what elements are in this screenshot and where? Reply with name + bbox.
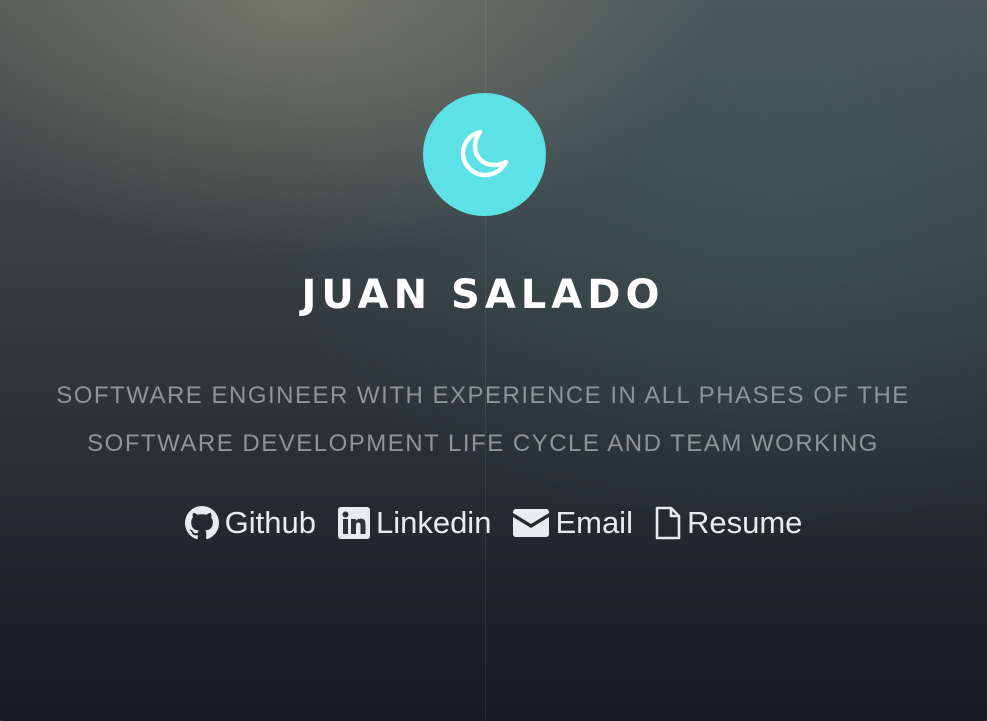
resume-link[interactable]: Resume [655,505,802,541]
tagline-line-2: SOFTWARE DEVELOPMENT LIFE CYCLE AND TEAM… [87,430,879,457]
social-links: Github Linkedin Email Resume [0,505,987,541]
resume-label: Resume [686,505,803,540]
email-link[interactable]: Email [513,505,633,541]
linkedin-icon [337,507,370,539]
github-label: Github [224,505,316,540]
envelope-icon [513,509,550,537]
linkedin-label: Linkedin [375,505,492,540]
email-label: Email [555,505,633,540]
tagline: SOFTWARE ENGINEER WITH EXPERIENCE IN ALL… [0,372,966,468]
file-icon [655,506,681,540]
page-title: JUAN SALADO [301,272,665,318]
tagline-line-1: SOFTWARE ENGINEER WITH EXPERIENCE IN ALL… [56,382,910,409]
logo-avatar [423,93,546,216]
linkedin-link[interactable]: Linkedin [337,505,492,541]
moon-icon [459,127,511,183]
github-link[interactable]: Github [184,505,316,541]
github-icon [184,506,219,540]
